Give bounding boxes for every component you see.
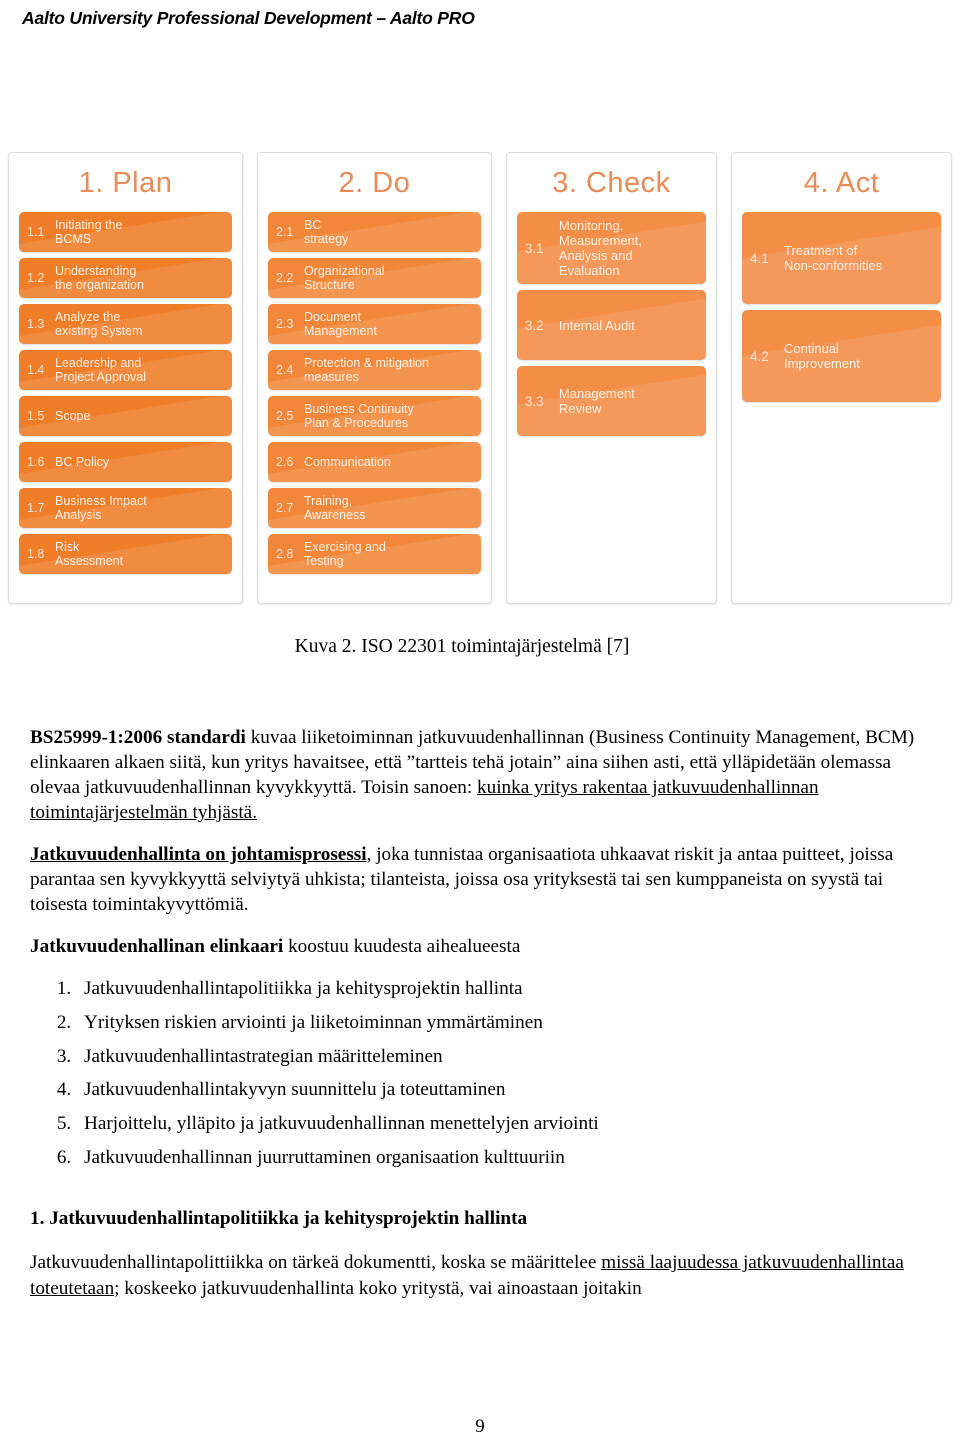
diagram-column-title: 4. Act [803,167,880,199]
diagram-column-title: 3. Check [552,167,671,199]
paragraph-1: BS25999-1:2006 standardi kuvaa liiketoim… [30,726,930,826]
diagram-box-label: BC strategy [303,218,349,247]
figure-caption: Kuva 2. ISO 22301 toimintajärjestelmä [7… [294,636,630,657]
diagram-box-number: 1.8 [27,547,45,562]
diagram-box: 1.3 Analyze the existing System [19,304,232,345]
topic-list-item: Jatkuvuudenhallintastrategian määrittele… [76,1045,930,1070]
diagram-box-stack: 4.1 Treatment of Non-conformities 4.2 Conti… [741,212,941,408]
diagram-box-number: 3.1 [524,240,544,256]
diagram-box-number: 1.1 [27,225,45,240]
diagram-box: 2.4 Protection & mitigation measures [267,350,481,391]
diagram-box: 3.2 Internal Audit [516,290,706,361]
paragraph-2-bold-underlined-lead: Jatkuvuudenhallinta on johtamisprosessi [30,843,367,865]
topic-list-item: Jatkuvuudenhallintakyvyn suunnittelu ja … [76,1078,930,1103]
diagram-box: 4.1 Treatment of Non-conformities [741,212,941,305]
diagram-box-label: Treatment of Non-conformities [783,243,883,274]
diagram-box-number: 2.1 [275,225,294,240]
page-number: 9 [475,1416,485,1437]
diagram-column-4: 4. Act 4.1 Treatment of Non-conformities 4.… [730,152,952,604]
diagram-box-label: Scope [55,409,91,424]
diagram-box: 1.5 Scope [19,396,232,437]
diagram-box-label: Initiating the BCMS [55,218,123,247]
diagram-box-number: 2.4 [275,363,294,378]
diagram-box-label: Communication [303,455,391,470]
paragraph-3-text: koostuu kuudesta aihealueesta [283,935,521,957]
section-heading: 1. Jatkuvuudenhallintapolitiikka ja kehi… [30,1208,528,1230]
diagram-box-number: 2.6 [275,455,294,470]
diagram-box: 1.7 Business Impact Analysis [19,488,232,529]
diagram-box-label: Internal Audit [558,317,635,333]
diagram-box-number: 3.2 [524,317,544,333]
diagram-box-label: Training, Awareness [303,494,366,523]
diagram-box-stack: 1.1 Initiating the BCMS 1.2 Understanding t… [19,212,232,580]
document-header: Aalto University Professional Developmen… [22,8,475,28]
diagram-box: 2.3 Document Management [267,304,481,345]
diagram-box-number: 1.6 [27,455,45,470]
diagram-box: 2.5 Business Continuity Plan & Procedures [267,396,481,437]
diagram-box: 3.3 Management Review [516,366,706,437]
diagram-box: 1.8 Risk Assessment [19,534,232,575]
diagram-box-number: 3.3 [524,393,544,409]
topic-list-item: Jatkuvuudenhallintapolitiikka ja kehitys… [76,977,930,1002]
diagram-box: 2.8 Exercising and Testing [267,534,481,575]
pdca-diagram: 1. Plan 1.1 Initiating the BCMS 1.2 Understa… [8,152,952,604]
diagram-box-number: 2.5 [275,409,294,424]
diagram-box-label: Business Impact Analysis [55,494,147,523]
paragraph-3: Jatkuvuudenhallinan elinkaari koostuu ku… [30,935,930,960]
topic-list: Jatkuvuudenhallintapolitiikka ja kehitys… [30,977,930,1172]
diagram-box: 1.1 Initiating the BCMS [19,212,232,253]
diagram-box-label: Risk Assessment [55,540,124,569]
diagram-box-number: 1.4 [27,363,45,378]
diagram-box-number: 2.2 [275,271,294,286]
diagram-box-label: Business Continuity Plan & Procedures [303,402,414,431]
diagram-box: 1.6 BC Policy [19,442,232,483]
diagram-box: 2.1 BC strategy [267,212,481,253]
topic-list-item: Jatkuvuudenhallinnan juurruttaminen orga… [76,1146,930,1171]
diagram-box-label: Leadership and Project Approval [55,356,147,385]
diagram-box-label: Exercising and Testing [303,540,386,569]
diagram-box-label: Continual Improvement [783,341,860,372]
diagram-box-stack: 3.1 Monitoring, Measurement, Analysis and… [516,212,706,442]
paragraph-1-bold-lead: BS25999-1:2006 standardi [30,727,246,748]
diagram-box-label: Document Management [303,310,377,339]
diagram-box: 4.2 Continual Improvement [741,310,941,403]
diagram-box-number: 1.3 [27,317,45,332]
topic-list-item: Yrityksen riskien arviointi ja liiketoim… [76,1011,930,1036]
diagram-column-title: 2. Do [338,167,411,199]
diagram-box-label: Organizational Structure [303,264,385,293]
diagram-box-number: 2.3 [275,317,294,332]
document-body: BS25999-1:2006 standardi kuvaa liiketoim… [30,726,930,1320]
diagram-box: 1.2 Understanding the organization [19,258,232,299]
diagram-box: 3.1 Monitoring, Measurement, Analysis and… [516,212,706,285]
diagram-box-number: 2.7 [275,501,294,516]
diagram-box: 1.4 Leadership and Project Approval [19,350,232,391]
diagram-box-label: Understanding the organization [55,264,144,293]
diagram-column-3: 3. Check 3.1 Monitoring, Measurement, Anal… [505,152,717,604]
closing-paragraph-text-2: ; koskeeko jatkuvuudenhallinta koko yrit… [114,1277,642,1299]
diagram-box-number: 4.1 [749,250,769,266]
diagram-box-label: Monitoring, Measurement, Analysis and Ev… [558,218,642,279]
topic-list-item: Harjoittelu, ylläpito ja jatkuvuudenhall… [76,1112,930,1137]
paragraph-2: Jatkuvuudenhallinta on johtamisprosessi,… [30,843,930,918]
diagram-box-number: 1.7 [27,501,45,516]
diagram-box-number: 4.2 [749,348,769,364]
diagram-box: 2.2 Organizational Structure [267,258,481,299]
diagram-box-number: 1.2 [27,271,45,286]
diagram-column-1: 1. Plan 1.1 Initiating the BCMS 1.2 Understa… [8,152,243,604]
diagram-box-number: 1.5 [27,409,45,424]
diagram-box-label: Protection & mitigation measures [303,356,430,385]
diagram-box-label: Management Review [558,386,635,417]
diagram-column-2: 2. Do 2.1 BC strategy 2.2 Organizational Str… [256,152,492,604]
diagram-box: 2.7 Training, Awareness [267,488,481,529]
paragraph-3-bold-lead: Jatkuvuudenhallinan elinkaari [30,935,284,957]
diagram-box-label: Analyze the existing System [55,310,143,339]
closing-paragraph-text-1: Jatkuvuudenhallintapolittiikka on tärkeä… [30,1252,602,1274]
diagram-column-title: 1. Plan [78,167,173,199]
diagram-box: 2.6 Communication [267,442,481,483]
diagram-box-label: BC Policy [55,455,110,470]
closing-paragraph: Jatkuvuudenhallintapolittiikka on tärkeä… [30,1250,930,1301]
diagram-box-number: 2.8 [275,547,294,562]
diagram-box-stack: 2.1 BC strategy 2.2 Organizational Structur… [267,212,481,580]
